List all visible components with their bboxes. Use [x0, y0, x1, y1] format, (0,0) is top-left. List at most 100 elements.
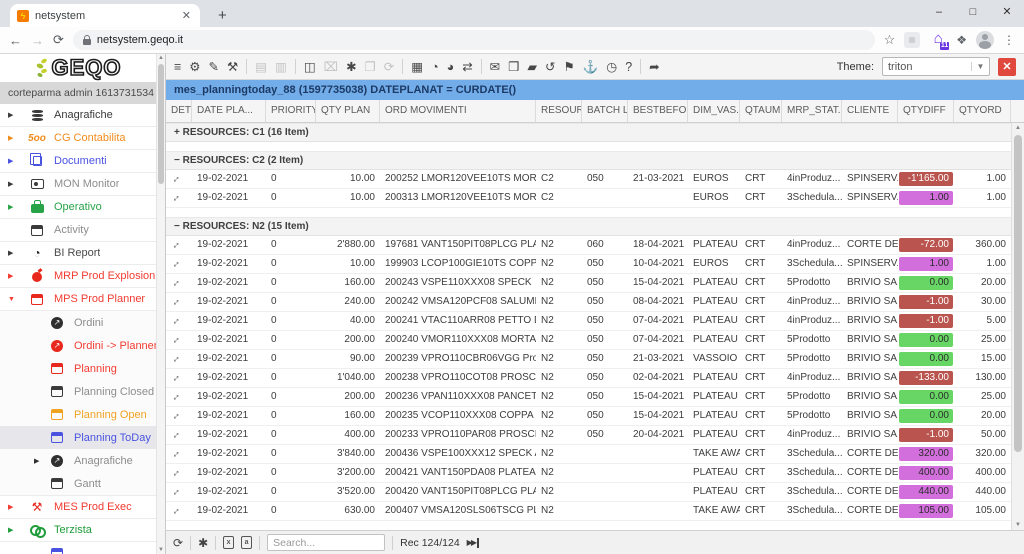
table-row[interactable]: ↔19-02-2021010.00199903 LCOP100GIE10TS C… — [166, 255, 1011, 274]
new-record-icon[interactable]: ✱ — [346, 54, 356, 80]
theme-select[interactable]: triton ▼ — [882, 57, 990, 76]
column-header-qty-plan[interactable]: QTY PLAN — [316, 100, 380, 122]
refresh-icon[interactable]: ⟳ — [173, 536, 183, 550]
browser-menu-icon[interactable]: ⋮ — [1003, 33, 1015, 47]
expand-row-icon[interactable]: ↔ — [166, 170, 192, 188]
window-minimize-button[interactable]: – — [922, 0, 956, 27]
logout-icon[interactable]: ➦ — [649, 54, 659, 80]
expand-row-icon[interactable]: ↔ — [166, 445, 192, 463]
table-row[interactable]: ↔19-02-20210240.00200242 VMSA120PCF08 SA… — [166, 293, 1011, 312]
sidebar-item-bi-report[interactable]: ▶◔BI Report — [0, 242, 157, 265]
tab-close-icon[interactable]: ✕ — [180, 9, 193, 22]
reload-icon[interactable]: ⟳ — [53, 32, 64, 48]
table-row[interactable]: ↔19-02-20210160.00200235 VCOP110XXX08 CO… — [166, 407, 1011, 426]
flag-icon[interactable]: ⚑ — [563, 54, 574, 80]
browser-tab[interactable]: ϟ netsystem ✕ — [10, 4, 200, 27]
group-header[interactable]: − RESOURCES: C2 (2 Item) — [166, 151, 1011, 170]
window-close-button[interactable]: ✕ — [990, 0, 1024, 27]
table-row[interactable]: ↔19-02-20210160.00200243 VSPE110XXX08 SP… — [166, 274, 1011, 293]
table-row[interactable]: ↔19-02-2021090.00200239 VPRO110CBR06VGG … — [166, 350, 1011, 369]
sidebar-item-terzista[interactable]: ▶Terzista — [0, 519, 157, 542]
forward-icon[interactable]: → — [31, 33, 44, 48]
expand-row-icon[interactable]: ↔ — [166, 274, 192, 292]
expand-row-icon[interactable]: ↔ — [166, 483, 192, 501]
column-header-cliente[interactable]: CLIENTE — [842, 100, 898, 122]
chevron-right-icon[interactable]: ▶ — [8, 180, 20, 188]
excel-export-icon[interactable] — [223, 536, 234, 549]
expand-row-icon[interactable]: ↔ — [166, 293, 192, 311]
chevron-down-icon[interactable]: ▼ — [971, 62, 989, 71]
chevron-right-icon[interactable]: ▶ — [8, 134, 20, 142]
print-icon[interactable]: ▥ — [275, 54, 287, 80]
expand-row-icon[interactable]: ↔ — [166, 369, 192, 387]
scroll-up-icon[interactable]: ▲ — [157, 55, 165, 61]
new-tab-button[interactable]: + — [212, 4, 233, 27]
expand-row-icon[interactable]: ↔ — [166, 189, 192, 207]
expand-row-icon[interactable]: ↔ — [166, 255, 192, 273]
sidebar-item-mps-prod-planner[interactable]: ▼MPS Prod Planner — [0, 288, 157, 311]
sidebar-item-ordini-planner[interactable]: Ordini -> Planner — [0, 334, 157, 357]
sidebar-item-planning-open[interactable]: Planning Open — [0, 403, 157, 426]
delete-icon[interactable]: ⌧ — [324, 54, 338, 80]
expand-row-icon[interactable]: ↔ — [166, 464, 192, 482]
sidebar-item-anagrafiche[interactable]: ▶Anagrafiche — [0, 104, 157, 127]
save-icon[interactable]: ▤ — [255, 54, 267, 80]
chevron-right-icon[interactable]: ▶ — [34, 457, 46, 465]
column-header-priority[interactable]: PRIORITY — [266, 100, 316, 122]
settings-icon[interactable]: ⚙ — [189, 54, 200, 80]
back-icon[interactable]: ← — [9, 33, 22, 48]
expand-row-icon[interactable]: ↔ — [166, 388, 192, 406]
close-view-button[interactable]: ✕ — [998, 58, 1016, 76]
house-extension-icon[interactable]: ⌂11 — [929, 31, 947, 49]
extensions-puzzle-icon[interactable]: ❖ — [956, 33, 967, 47]
address-bar[interactable]: netsystem.geqo.it — [73, 30, 875, 50]
tools-icon[interactable]: ⚒ — [227, 54, 238, 80]
columns-icon[interactable]: ◫ — [304, 54, 316, 80]
column-header-qtyord[interactable]: QTYORD — [954, 100, 1011, 122]
table-row[interactable]: ↔19-02-2021010.00200252 LMOR120VEE10TS M… — [166, 170, 1011, 189]
sidebar-item-mrp-prod-explosion[interactable]: ▶MRP Prod Explosion — [0, 265, 157, 288]
sidebar-scrollbar[interactable]: ▲ ▼ — [156, 54, 165, 554]
search-input[interactable] — [267, 534, 385, 551]
scrollbar-thumb[interactable] — [1014, 135, 1022, 452]
table-row[interactable]: ↔19-02-20210200.00200240 VMOR110XXX08 MO… — [166, 331, 1011, 350]
skip-to-end-icon[interactable]: ▶▶ — [467, 538, 479, 548]
edit-icon[interactable]: ✎ — [209, 54, 219, 80]
column-header-bestbefo[interactable]: BESTBEFO... — [628, 100, 688, 122]
dashboard-icon[interactable]: ◔ — [431, 54, 439, 80]
sidebar-item-cg-contabilita[interactable]: ▶5ooCG Contabilita — [0, 127, 157, 150]
chevron-right-icon[interactable]: ▶ — [8, 503, 20, 511]
column-header-batch-lo[interactable]: BATCH LO... — [582, 100, 628, 122]
chevron-right-icon[interactable]: ▶ — [8, 272, 20, 280]
table-row[interactable]: ↔19-02-2021040.00200241 VTAC110ARR08 PET… — [166, 312, 1011, 331]
table-row[interactable]: ↔19-02-202101'040.00200238 VPRO110COT08 … — [166, 369, 1011, 388]
column-header-ord-movimenti[interactable]: ORD MOVIMENTI — [380, 100, 536, 122]
chevron-right-icon[interactable]: ▶ — [8, 249, 20, 257]
storage-icon[interactable]: ▰ — [527, 54, 537, 80]
table-row[interactable]: ↔19-02-202103'520.00200420 VANT150PIT08P… — [166, 483, 1011, 502]
sidebar-item-ordini[interactable]: Ordini — [0, 311, 157, 334]
extension-icon[interactable] — [904, 32, 920, 48]
expand-row-icon[interactable]: ↔ — [166, 331, 192, 349]
column-header-qtydiff[interactable]: QTYDIFF — [898, 100, 954, 122]
clock-icon[interactable]: ◷ — [606, 54, 617, 80]
expand-row-icon[interactable]: ↔ — [166, 236, 192, 254]
folder-icon[interactable]: ❒ — [508, 54, 519, 80]
help-icon[interactable]: ? — [625, 54, 632, 80]
column-header-det[interactable]: DET — [166, 100, 192, 122]
column-header-mrp-stat[interactable]: MRP_STAT... — [782, 100, 842, 122]
refresh-icon[interactable]: ⟳ — [384, 54, 394, 80]
transfer-icon[interactable]: ⇄ — [462, 54, 472, 80]
group-header[interactable]: − RESOURCES: N2 (15 Item) — [166, 217, 1011, 236]
sidebar-item-operativo[interactable]: ▶Operativo — [0, 196, 157, 219]
pie-chart-icon[interactable]: ◕ — [447, 54, 455, 80]
expand-row-icon[interactable]: ↔ — [166, 407, 192, 425]
chevron-right-icon[interactable]: ▶ — [8, 526, 20, 534]
expand-row-icon[interactable]: ↔ — [166, 312, 192, 330]
bookmark-star-icon[interactable]: ☆ — [884, 32, 896, 48]
scroll-up-icon[interactable]: ▲ — [1012, 125, 1024, 131]
expand-row-icon[interactable]: ↔ — [166, 426, 192, 444]
sidebar-item-partial[interactable] — [0, 542, 157, 554]
window-maximize-button[interactable]: □ — [956, 0, 990, 27]
sidebar-item-gantt[interactable]: Gantt — [0, 472, 157, 495]
